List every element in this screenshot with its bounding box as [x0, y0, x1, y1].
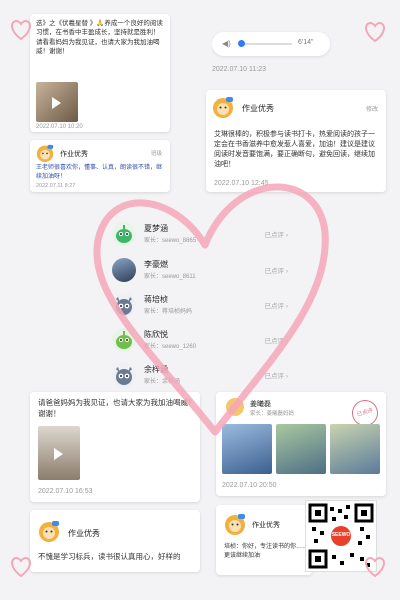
- review-status[interactable]: 已点评 ›: [265, 229, 288, 239]
- owl-avatar-icon: [112, 293, 136, 317]
- student-name: 余梓涵: [144, 365, 168, 374]
- review-status[interactable]: 已点评 ›: [265, 300, 288, 310]
- review-status[interactable]: 已点评 ›: [265, 370, 288, 380]
- heart-outline-icon: [365, 556, 385, 578]
- post-photo[interactable]: [330, 424, 380, 474]
- parent-label: 家长：seewo_8865: [144, 238, 197, 244]
- card-comment: 不愧是学习标兵，读书很认真用心，好样的: [38, 552, 181, 561]
- monkey-avatar-icon: [224, 513, 246, 535]
- list-item[interactable]: 蒋培桢 家长：蒋培桢妈妈 已点评 ›: [112, 293, 292, 319]
- post-timestamp: 2022.07.10 16:53: [38, 488, 93, 495]
- post-card-bottom-right: 姜曦磊 家长：姜曦磊妈妈 已点评 2022.07.10 20:50: [216, 392, 386, 496]
- student-name: 夏梦涵: [144, 224, 168, 233]
- student-name: 蒋培桢: [144, 295, 168, 304]
- photo-avatar: [112, 258, 136, 282]
- student-avatar: [226, 398, 244, 416]
- review-status[interactable]: 已点评 ›: [265, 335, 288, 345]
- post-timestamp: 2022.07.10 20:50: [222, 482, 277, 489]
- robot-avatar-icon: [112, 222, 136, 246]
- student-name: 李豪燃: [144, 260, 168, 269]
- list-item[interactable]: 夏梦涵 家长：seewo_8865 已点评 ›: [112, 222, 292, 248]
- heart-outline-icon: [11, 556, 31, 578]
- monkey-avatar-icon: [38, 520, 60, 542]
- card-comment: 培桢：你好，专注读书的你……更该继续加油: [224, 544, 309, 559]
- list-item[interactable]: 余梓涵 家长：余梓涵 已点评 ›: [112, 363, 292, 389]
- review-status[interactable]: 已点评 ›: [265, 265, 288, 275]
- parent-label: 家长：余梓涵: [144, 379, 181, 385]
- robot-avatar-icon: [112, 328, 136, 352]
- card-title: 作业优秀: [252, 522, 280, 529]
- parent-label: 家长：seewo_8611: [144, 274, 196, 280]
- parent-label: 家长：seewo_1260: [144, 344, 197, 350]
- post-text: 请爸爸妈妈为我见证，也请大家为我加油喝威！谢谢！: [38, 398, 196, 418]
- list-item[interactable]: 陈欣悦 家长：seewo_1260 已点评 ›: [112, 328, 292, 354]
- post-photo[interactable]: [222, 424, 272, 474]
- excellent-card-bottom-right: 作业优秀 培桢：你好，专注读书的你……更该继续加油: [216, 505, 312, 575]
- card-title: 作业优秀: [68, 529, 100, 538]
- student-name: 陈欣悦: [144, 330, 168, 339]
- excellent-card-bottom-left: 作业优秀 不愧是学习标兵，读书很认真用心，好样的: [30, 510, 200, 572]
- post-photo[interactable]: [276, 424, 326, 474]
- parent-label: 家长：姜曦磊妈妈: [250, 411, 295, 417]
- list-item[interactable]: 李豪燃 家长：seewo_8611 已点评 ›: [112, 258, 292, 284]
- student-name: 姜曦磊: [250, 401, 271, 408]
- owl-avatar-icon: [112, 363, 136, 387]
- heart-outline-icon: [11, 19, 31, 41]
- heart-outline-icon: [365, 21, 385, 43]
- qr-center-label: SEEWO: [331, 532, 351, 538]
- post-photo[interactable]: [38, 426, 80, 480]
- parent-label: 家长：蒋培桢妈妈: [144, 309, 193, 315]
- post-card-bottom-left: 请爸爸妈妈为我见证，也请大家为我加油喝威！谢谢！ 2022.07.10 16:5…: [30, 392, 200, 502]
- play-icon[interactable]: [54, 448, 63, 460]
